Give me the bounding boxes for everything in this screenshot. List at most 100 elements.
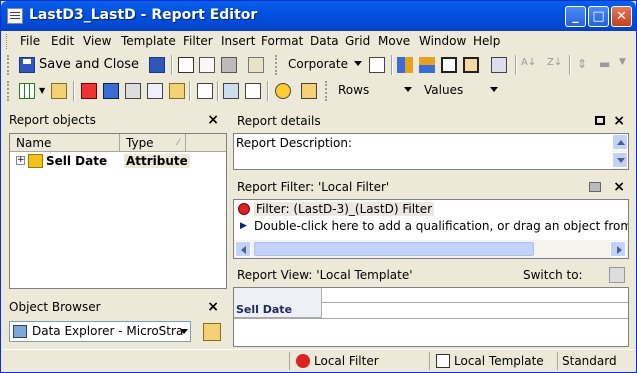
report-description-box[interactable]: Report Description: [233, 133, 629, 170]
menu-view[interactable]: View [83, 34, 111, 48]
switch-view-icon[interactable] [609, 267, 625, 283]
report-filter-area[interactable]: Filter: (LastD-3)_(LastD) Filter ▶ Doubl… [233, 199, 629, 259]
rows-combo[interactable]: Rows [333, 81, 415, 100]
page-by-icon[interactable] [197, 83, 213, 99]
template-style-combo[interactable]: Corporate [283, 55, 365, 74]
subtotals-icon[interactable]: ▬ [599, 57, 615, 73]
swap-icon[interactable] [419, 57, 435, 73]
template-style-value: Corporate [288, 57, 348, 71]
note-icon[interactable] [169, 83, 185, 99]
scroll-down-icon[interactable] [612, 152, 628, 168]
graph-view-icon[interactable] [463, 57, 479, 73]
pivot-icon[interactable] [397, 57, 413, 73]
filter-icon [296, 354, 310, 368]
menu-filter[interactable]: Filter [183, 34, 213, 48]
book-icon[interactable] [178, 57, 194, 73]
print-icon[interactable] [221, 57, 237, 73]
status-template-label: Local Template [454, 354, 544, 368]
form-icon[interactable] [147, 83, 163, 99]
print-preview-icon[interactable] [199, 57, 215, 73]
move-icon[interactable]: ⇕ [577, 57, 593, 73]
database-icon [13, 325, 27, 338]
menu-data[interactable]: Data [310, 34, 339, 48]
scroll-thumb[interactable] [254, 242, 534, 256]
report-grid-area[interactable]: Sell Date [233, 287, 629, 347]
maximize-pane-icon[interactable] [595, 116, 605, 125]
template-icon [436, 354, 450, 368]
close-button[interactable]: ✕ [611, 6, 632, 27]
menu-edit[interactable]: Edit [51, 34, 74, 48]
menu-move[interactable]: Move [378, 34, 410, 48]
filter-hint[interactable]: Double-click here to add a qualification… [254, 219, 628, 233]
close-icon[interactable]: × [613, 111, 625, 131]
filter-horizontal-scrollbar[interactable] [234, 240, 628, 258]
status-filter-cell[interactable]: Local Filter [289, 352, 425, 370]
grid-header-label: Sell Date [236, 303, 293, 316]
grid-view-icon[interactable] [441, 57, 457, 73]
toolbar-separator [569, 55, 571, 75]
object-browser-title: Object Browser [9, 300, 101, 314]
maximize-button[interactable]: □ [588, 6, 609, 27]
folder-icon[interactable] [51, 83, 67, 99]
sort-indicator-icon: ⁄ [177, 138, 179, 148]
toolbar-grip [325, 81, 328, 101]
grid-header-cell[interactable]: Sell Date [234, 288, 322, 318]
filter-definition[interactable]: Filter: (LastD-3)_(LastD) Filter [254, 202, 435, 216]
menu-insert[interactable]: Insert [221, 34, 255, 48]
report-description-label: Report Description: [236, 136, 352, 150]
report-icon [7, 8, 23, 24]
close-icon[interactable]: × [613, 177, 625, 197]
properties-icon[interactable] [248, 57, 264, 73]
save-and-close-button[interactable]: Save and Close [39, 57, 139, 72]
data-explorer-combo[interactable]: Data Explorer - MicroStra [9, 321, 191, 342]
table-icon[interactable] [125, 83, 141, 99]
menu-template[interactable]: Template [121, 34, 176, 48]
sort-ascending-icon[interactable]: A↓ [521, 57, 537, 73]
values-combo[interactable]: Values [419, 81, 501, 100]
status-template-cell[interactable]: Local Template [429, 352, 555, 370]
table-row[interactable]: + Sell Date Attribute [10, 153, 226, 171]
report-objects-list[interactable]: Name Type ⁄ + Sell Date Attribute [9, 133, 227, 289]
close-icon[interactable]: × [207, 297, 219, 317]
restore-pane-icon[interactable] [589, 182, 601, 192]
menu-format[interactable]: Format [261, 34, 303, 48]
save-icon [19, 57, 35, 73]
toolbar-separator [171, 55, 173, 75]
page-icon[interactable] [369, 57, 385, 73]
minimize-button[interactable]: _ [565, 6, 586, 27]
clock-icon[interactable] [275, 83, 291, 99]
close-icon[interactable]: × [207, 110, 219, 130]
refresh-icon[interactable] [301, 83, 317, 99]
export-icon[interactable] [245, 83, 261, 99]
sql-view-icon[interactable] [491, 57, 507, 73]
title-bar[interactable]: LastD3_LastD - Report Editor _ □ ✕ [1, 1, 636, 31]
column-header-type[interactable]: Type ⁄ [120, 134, 186, 152]
menu-window[interactable]: Window [419, 34, 466, 48]
switch-to-label: Switch to: [523, 268, 583, 282]
filter-object-icon[interactable] [81, 83, 97, 99]
scroll-up-icon[interactable] [612, 134, 628, 150]
toolbar-separator [391, 55, 393, 75]
object-browser-header: Object Browser × [5, 297, 227, 317]
menu-help[interactable]: Help [473, 34, 500, 48]
menu-file[interactable]: File [20, 34, 40, 48]
drill-icon[interactable] [223, 83, 239, 99]
data-explorer-value: Data Explorer - MicroStra [32, 324, 184, 338]
sort-descending-icon[interactable]: Z↓ [547, 57, 563, 73]
grid-icon[interactable] [19, 83, 35, 99]
report-objects-title: Report objects [9, 113, 96, 127]
save-icon[interactable] [149, 57, 165, 73]
open-folder-icon[interactable] [203, 323, 221, 341]
report-editor-window: LastD3_LastD - Report Editor _ □ ✕ File … [0, 0, 637, 373]
report-view-header: Report View: 'Local Template' Switch to: [233, 265, 633, 285]
description-scrollbar[interactable] [612, 134, 628, 169]
expand-icon[interactable]: + [16, 156, 25, 165]
column-header-name[interactable]: Name [10, 134, 120, 152]
scroll-right-icon[interactable] [610, 241, 626, 257]
chevron-down-icon[interactable]: ▼ [619, 57, 635, 73]
metric-icon[interactable] [103, 83, 119, 99]
grid-divider [234, 318, 628, 319]
chevron-down-icon[interactable]: ▼ [39, 86, 47, 95]
menu-grid[interactable]: Grid [345, 34, 370, 48]
scroll-left-icon[interactable] [235, 241, 251, 257]
